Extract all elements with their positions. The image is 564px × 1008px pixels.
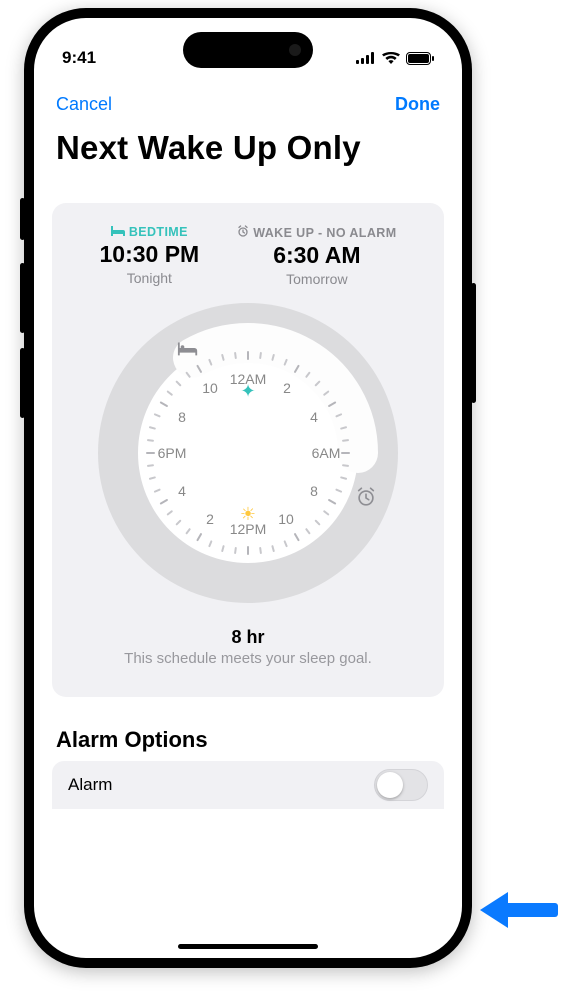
wakeup-sub: Tomorrow <box>237 271 396 287</box>
sleep-goal: 8 hr This schedule meets your sleep goal… <box>68 627 428 667</box>
dial-10p: 10 <box>202 380 218 396</box>
dial-4: 4 <box>310 409 318 425</box>
wakeup-handle[interactable] <box>345 476 387 518</box>
status-time: 9:41 <box>62 48 96 68</box>
silent-switch <box>20 198 25 240</box>
wakeup-time: 6:30 AM <box>237 242 396 269</box>
dial-tick <box>234 352 237 359</box>
done-button[interactable]: Done <box>395 94 440 115</box>
battery-icon <box>406 52 434 65</box>
alarm-options-heading: Alarm Options <box>56 727 440 753</box>
sleep-dial[interactable]: 12AM 2 4 6AM 8 10 12PM 2 4 6PM 8 10 ✦ ☀ <box>98 303 398 603</box>
dial-tick <box>247 351 249 360</box>
bed-icon <box>111 225 125 239</box>
iphone-frame: 9:41 Cancel Done Next Wake Up Only <box>24 8 472 968</box>
volume-down-button <box>20 348 25 418</box>
alarm-toggle-knob <box>377 772 403 798</box>
home-indicator[interactable] <box>178 944 318 949</box>
bedtime-sub: Tonight <box>99 270 199 286</box>
cellular-icon <box>356 52 376 64</box>
dynamic-island <box>183 32 313 68</box>
sun-icon: ☀ <box>240 504 256 525</box>
dial-tick <box>247 546 249 555</box>
sleep-duration: 8 hr <box>68 627 428 648</box>
dial-2: 2 <box>283 380 291 396</box>
dial-10: 10 <box>278 511 294 527</box>
alarm-row[interactable]: Alarm <box>52 761 444 809</box>
bedtime-block: BEDTIME 10:30 PM Tonight <box>99 225 199 287</box>
dial-8: 8 <box>310 483 318 499</box>
wifi-icon <box>382 52 400 64</box>
side-button <box>471 283 476 403</box>
dial-tick <box>146 452 155 454</box>
dial-4p: 4 <box>178 483 186 499</box>
alarm-label: Alarm <box>68 775 112 795</box>
dial-6pm: 6PM <box>158 445 187 461</box>
dial-6am: 6AM <box>312 445 341 461</box>
cancel-button[interactable]: Cancel <box>56 94 112 115</box>
screen: 9:41 Cancel Done Next Wake Up Only <box>34 18 462 958</box>
dial-2p: 2 <box>206 511 214 527</box>
wakeup-block: WAKE UP - NO ALARM 6:30 AM Tomorrow <box>237 225 396 287</box>
dial-center-icons: ✦ ☀ <box>218 381 278 525</box>
bedtime-time: 10:30 PM <box>99 241 199 268</box>
wakeup-label: WAKE UP - NO ALARM <box>253 226 396 240</box>
nav-bar: Cancel Done <box>34 76 462 123</box>
schedule-card: BEDTIME 10:30 PM Tonight WAKE UP - NO AL… <box>52 203 444 697</box>
stars-icon: ✦ <box>240 381 255 402</box>
callout-arrow <box>480 888 558 937</box>
page-title: Next Wake Up Only <box>34 123 462 179</box>
alarm-clock-icon <box>237 225 249 240</box>
alarm-toggle[interactable] <box>374 769 428 801</box>
bedtime-handle[interactable] <box>167 327 209 369</box>
sleep-goal-note: This schedule meets your sleep goal. <box>68 650 428 667</box>
bedtime-label: BEDTIME <box>129 225 188 239</box>
dial-tick <box>147 439 154 442</box>
dial-8p: 8 <box>178 409 186 425</box>
volume-up-button <box>20 263 25 333</box>
dial-tick <box>341 452 350 454</box>
